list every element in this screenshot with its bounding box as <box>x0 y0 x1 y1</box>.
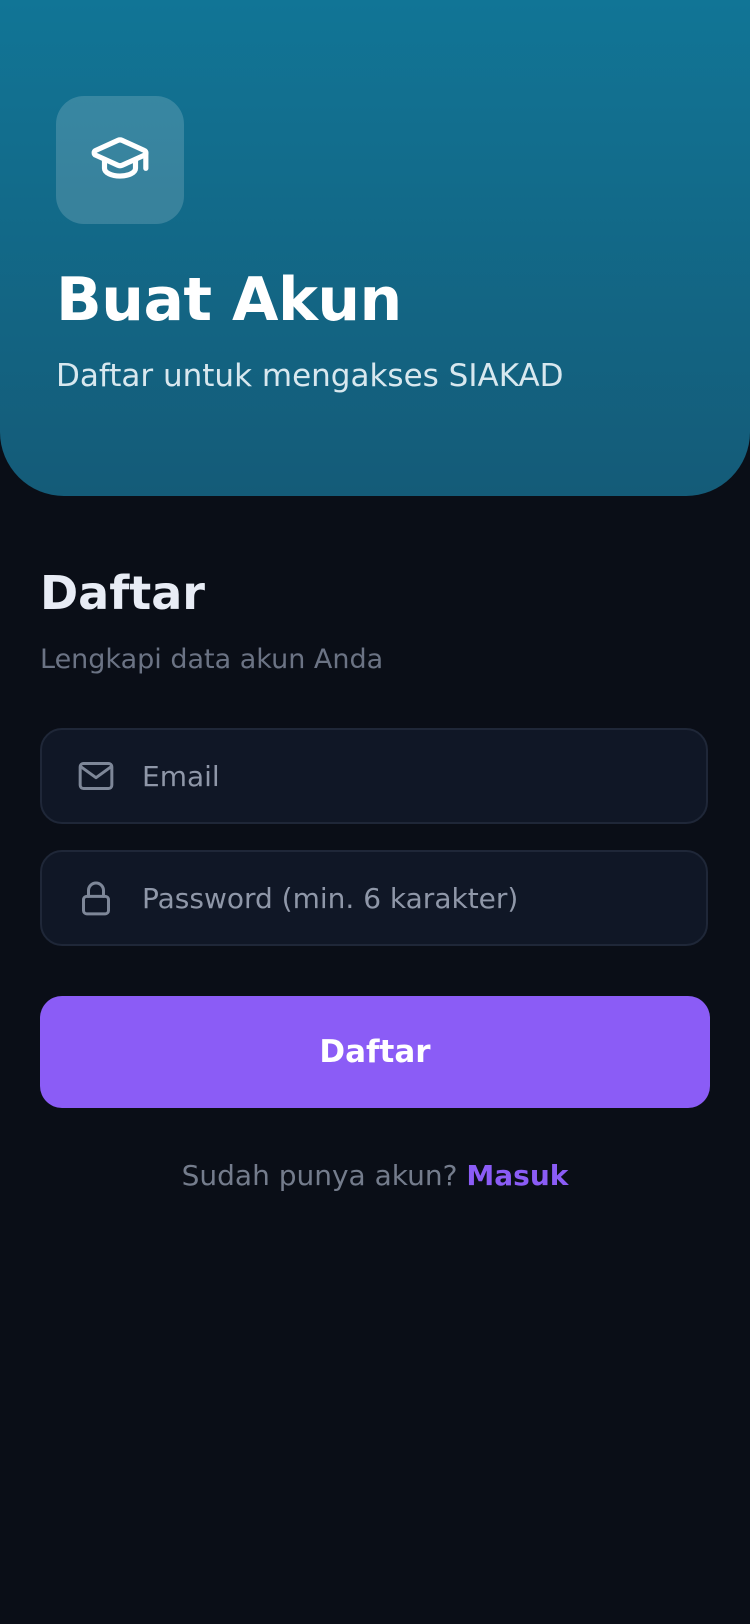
login-prompt-row: Sudah punya akun? Masuk <box>0 1156 750 1196</box>
login-link[interactable]: Masuk <box>466 1159 568 1192</box>
email-input[interactable] <box>142 746 682 806</box>
password-field[interactable] <box>40 850 708 946</box>
form-title: Daftar <box>40 566 205 620</box>
mail-icon <box>76 756 116 796</box>
graduation-cap-icon <box>89 127 151 193</box>
register-button[interactable]: Daftar <box>40 996 710 1108</box>
header-title: Buat Akun <box>56 265 402 335</box>
header-banner: Buat Akun Daftar untuk mengakses SIAKAD <box>0 0 750 496</box>
login-prompt-text: Sudah punya akun? <box>181 1159 467 1192</box>
app-logo <box>56 96 184 224</box>
header-subtitle: Daftar untuk mengakses SIAKAD <box>56 358 564 394</box>
email-field[interactable] <box>40 728 708 824</box>
register-screen: Buat Akun Daftar untuk mengakses SIAKAD … <box>0 0 750 1624</box>
password-input[interactable] <box>142 868 682 928</box>
form-subtitle: Lengkapi data akun Anda <box>40 644 384 675</box>
lock-icon <box>76 878 116 918</box>
